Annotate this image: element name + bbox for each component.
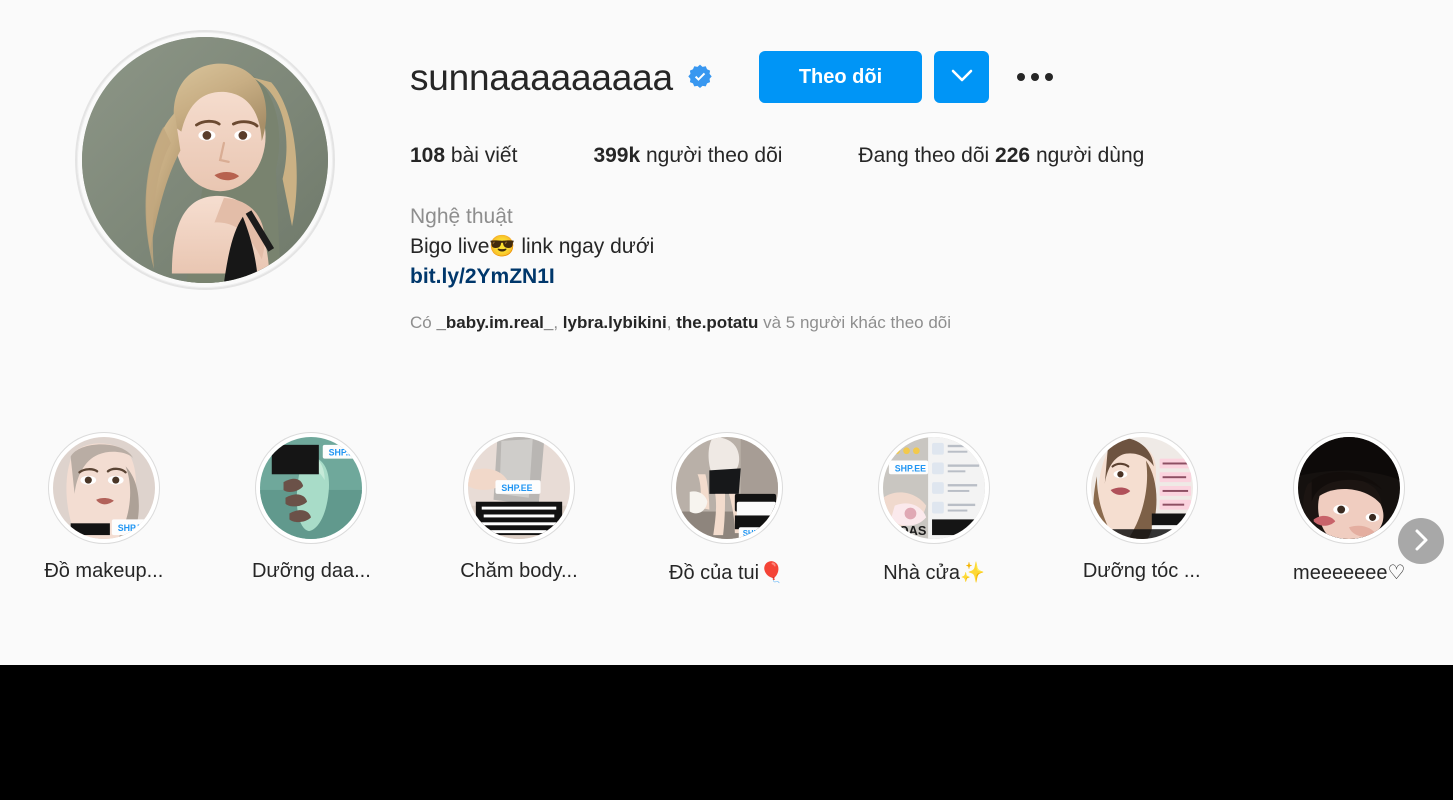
- hair-thumb: [1090, 437, 1193, 539]
- home-thumb: OAS SHP.EE: [883, 437, 986, 539]
- sunglasses-emoji-icon: 😎: [489, 234, 516, 258]
- follow-button[interactable]: Theo dõi: [758, 51, 923, 103]
- svg-text:SHP.: SHP.: [742, 529, 759, 538]
- story-highlight-item[interactable]: SHP. Đồ của tui🎈: [623, 432, 831, 585]
- highlight-ring[interactable]: SHP.: [670, 432, 783, 544]
- bio-link-row: bit.ly/2YmZN1I: [410, 262, 1423, 292]
- posts-count-label: bài viết: [450, 144, 518, 167]
- chevron-right-icon: [1413, 528, 1429, 555]
- instagram-profile-page: sunnaaaaaaaaa Theo dõi 108 bài viết 399k…: [0, 0, 1453, 800]
- avatar-column: [0, 0, 410, 430]
- highlight-ring[interactable]: OAS SHP.EE: [878, 432, 991, 544]
- profile-stats: 108 bài viết 399k người theo dõi Đang th…: [410, 144, 1423, 168]
- followed-by-row: Có _baby.im.real_, lybra.lybikini, the.p…: [410, 313, 1423, 333]
- followers-count[interactable]: 399k người theo dõi: [593, 144, 782, 168]
- story-highlights: SHP.EE Đồ makeup... SHP.EE Dưỡng daa... …: [0, 432, 1453, 642]
- highlight-label: Dưỡng tóc ...: [1082, 560, 1201, 582]
- outfit-thumb: SHP.: [675, 437, 778, 539]
- chevron-down-icon: [951, 69, 973, 86]
- mutual-follower-3[interactable]: the.potatu: [676, 313, 758, 332]
- follow-options-button[interactable]: [934, 51, 990, 103]
- highlight-label: Đồ makeup...: [44, 560, 164, 582]
- story-highlight-item[interactable]: SHP.EE Dưỡng daa...: [208, 432, 416, 583]
- verified-badge-icon: [687, 64, 713, 90]
- skincare-thumb: SHP.EE: [260, 437, 363, 539]
- highlight-label: Dưỡng daa...: [251, 560, 371, 582]
- username-row: sunnaaaaaaaaa Theo dõi: [410, 48, 1423, 106]
- highlight-label: Đồ của tui🎈: [669, 562, 784, 584]
- page-title: sunnaaaaaaaaa: [410, 56, 673, 98]
- bio-external-link[interactable]: bit.ly/2YmZN1I: [410, 265, 555, 288]
- profile-header: sunnaaaaaaaaa Theo dõi 108 bài viết 399k…: [0, 0, 1453, 430]
- story-highlight-item[interactable]: OAS SHP.EE Nhà cửa✨: [830, 432, 1038, 585]
- story-highlight-item[interactable]: SHP.EE Chăm body...: [415, 432, 623, 583]
- highlight-ring[interactable]: [1085, 432, 1198, 544]
- profile-photo: [82, 37, 328, 283]
- avatar[interactable]: [75, 30, 335, 290]
- bio-text-after: link ngay dưới: [515, 234, 655, 258]
- posts-count-value: 108: [410, 144, 446, 167]
- following-count-value: 226: [995, 144, 1031, 167]
- posts-count: 108 bài viết: [410, 144, 517, 168]
- followed-by-prefix: Có: [410, 313, 432, 333]
- bio-text-before: Bigo live: [410, 234, 490, 258]
- mutual-follower-1[interactable]: _baby.im.real_: [436, 313, 553, 332]
- story-highlight-item[interactable]: SHP.EE Đồ makeup...: [0, 432, 208, 583]
- makeup-thumb: SHP.EE: [52, 437, 155, 539]
- highlight-ring[interactable]: SHP.EE: [47, 432, 160, 544]
- svg-text:OAS: OAS: [899, 523, 927, 538]
- bio-category: Nghệ thuật: [410, 205, 513, 228]
- body-thumb: SHP.EE: [467, 437, 570, 539]
- me-thumb: [1298, 437, 1401, 539]
- highlight-label: Chăm body...: [460, 560, 578, 582]
- highlights-next-button[interactable]: [1398, 518, 1444, 564]
- more-options-icon-dot3: [1045, 73, 1054, 81]
- profile-bio: Nghệ thuật Bigo live😎 link ngay dưới bit…: [410, 202, 1423, 291]
- highlight-ring[interactable]: SHP.EE: [255, 432, 368, 544]
- highlight-ring[interactable]: SHP.EE: [462, 432, 575, 544]
- following-count-prefix: Đang theo dõi: [858, 144, 990, 167]
- more-options-icon-dot2: [1031, 73, 1040, 81]
- profile-info-column: sunnaaaaaaaaa Theo dõi 108 bài viết 399k…: [410, 0, 1453, 430]
- svg-text:SHP.EE: SHP.EE: [329, 448, 360, 458]
- more-options-icon: [1017, 73, 1026, 81]
- svg-text:SHP.EE: SHP.EE: [501, 483, 532, 493]
- mutual-sep-2: ,: [666, 313, 672, 333]
- profile-content-area: sunnaaaaaaaaa Theo dõi 108 bài viết 399k…: [0, 0, 1453, 665]
- following-count[interactable]: Đang theo dõi 226 người dùng: [858, 144, 1144, 168]
- highlight-label: meeeeeee♡: [1293, 562, 1406, 584]
- followers-count-label: người theo dõi: [646, 144, 783, 167]
- highlight-ring[interactable]: [1293, 432, 1406, 544]
- svg-text:SHP.EE: SHP.EE: [118, 523, 149, 533]
- highlight-label: Nhà cửa✨: [883, 562, 985, 584]
- mutual-sep-1: ,: [553, 313, 559, 333]
- svg-text:SHP.EE: SHP.EE: [895, 463, 926, 473]
- followers-count-value: 399k: [593, 144, 641, 167]
- mutual-follower-2[interactable]: lybra.lybikini: [563, 313, 667, 332]
- followed-by-suffix: và 5 người khác theo dõi: [763, 313, 952, 333]
- more-options-button[interactable]: [1007, 51, 1063, 103]
- bio-text: Bigo live😎 link ngay dưới: [410, 232, 1423, 262]
- story-highlight-item[interactable]: Dưỡng tóc ...: [1038, 432, 1246, 583]
- following-count-label: người dùng: [1035, 144, 1145, 167]
- profile-photo-image: [82, 37, 328, 283]
